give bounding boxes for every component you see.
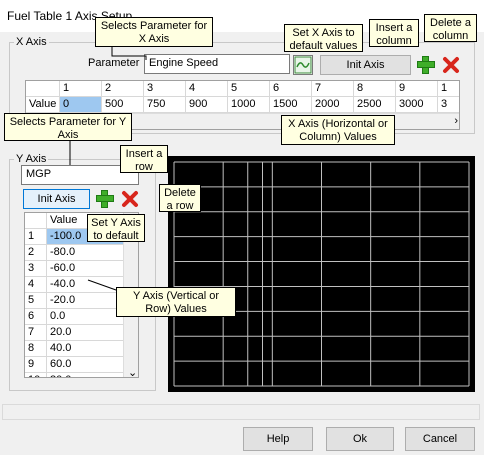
callout-insert-column: Insert a column [369,19,419,47]
corner-cell [25,213,47,229]
callout-delete-column: Delete a column [424,14,477,42]
x-col-header: 4 [186,81,228,97]
x-col-header: 5 [228,81,270,97]
y-row-index: 1 [25,229,47,245]
y-value-cell[interactable]: 80.0 [47,373,124,377]
y-row-index: 3 [25,261,47,277]
x-value-cell[interactable]: 0 [60,97,102,113]
delete-x-icon [122,191,138,207]
y-axis-group-label: Y Axis [14,153,49,165]
y-row-index: 9 [25,357,47,373]
y-value-cell[interactable]: 20.0 [47,325,124,341]
y-row-index: 4 [25,277,47,293]
y-value-cell[interactable]: -60.0 [47,261,124,277]
callout-pointer [87,279,117,291]
x-col-header: 7 [312,81,354,97]
x-init-axis-button[interactable]: Init Axis [320,55,411,75]
axis-setup-window: Fuel Table 1 Axis Setup X Axis Parameter… [0,0,484,455]
callout-selects-x: Selects Parameter for X Axis [95,17,213,47]
row-label: Value [26,97,60,113]
y-value-cell[interactable]: 40.0 [47,341,124,357]
axis-preview-grid [173,161,470,387]
callout-set-x-default: Set X Axis to default values [284,24,363,52]
y-value-cell[interactable]: 0.0 [47,309,124,325]
y-init-axis-button[interactable]: Init Axis [23,189,90,209]
x-parameter-select[interactable]: Engine Speed [144,54,290,74]
x-value-cell[interactable]: 1000 [228,97,270,113]
x-value-cell[interactable]: 3 [438,97,459,113]
callout-y-axis-values: Y Axis (Vertical or Row) Values [116,287,236,317]
cancel-button[interactable]: Cancel [405,427,475,451]
y-row-index: 6 [25,309,47,325]
x-col-header: 9 [396,81,438,97]
x-parameter-value: Engine Speed [149,57,219,69]
callout-set-y-default: Set Y Axis to default [87,214,145,242]
scroll-right-icon[interactable]: › [454,115,458,127]
axis-preview-chart [168,156,475,392]
y-row-index: 2 [25,245,47,261]
x-value-cell[interactable]: 750 [144,97,186,113]
callout-x-axis-values: X Axis (Horizontal or Column) Values [281,115,395,145]
y-value-cell[interactable]: 60.0 [47,357,124,373]
y-parameter-value: MGP [26,168,52,180]
help-button[interactable]: Help [243,427,313,451]
status-bar [2,404,480,420]
y-row-index: 7 [25,325,47,341]
x-col-header: 1 [438,81,459,97]
x-value-cell[interactable]: 3000 [396,97,438,113]
y-row-index: 5 [25,293,47,309]
callout-insert-row: Insert a row [120,145,168,173]
x-value-cell[interactable]: 2000 [312,97,354,113]
plus-icon-bar [96,195,114,202]
x-value-cell[interactable]: 2500 [354,97,396,113]
x-axis-group-label: X Axis [14,36,49,48]
callout-pointer [111,46,147,60]
ok-button[interactable]: Ok [326,427,394,451]
x-col-header: 8 [354,81,396,97]
plus-icon-bar [417,61,435,68]
x-value-cell[interactable]: 1500 [270,97,312,113]
callout-selects-y: Selects Parameter for Y Axis [4,113,132,141]
x-col-header: 6 [270,81,312,97]
scroll-down-icon[interactable]: ⌄ [128,366,137,377]
x-col-header: 1 [60,81,102,97]
corner-cell [26,81,60,97]
graph-icon[interactable] [293,55,313,75]
delete-column-button[interactable] [441,55,461,75]
y-value-cell[interactable]: -80.0 [47,245,124,261]
delete-x-icon [443,57,459,73]
y-row-index: 10 [25,373,47,377]
callout-delete-row: Delete a row [159,184,201,212]
insert-row-button[interactable] [95,189,115,209]
x-col-header: 2 [102,81,144,97]
insert-column-button[interactable] [416,55,436,75]
x-value-cell[interactable]: 900 [186,97,228,113]
callout-pointer [69,140,71,165]
x-value-cell[interactable]: 500 [102,97,144,113]
x-col-header: 3 [144,81,186,97]
delete-row-button[interactable] [120,189,140,209]
y-row-index: 8 [25,341,47,357]
